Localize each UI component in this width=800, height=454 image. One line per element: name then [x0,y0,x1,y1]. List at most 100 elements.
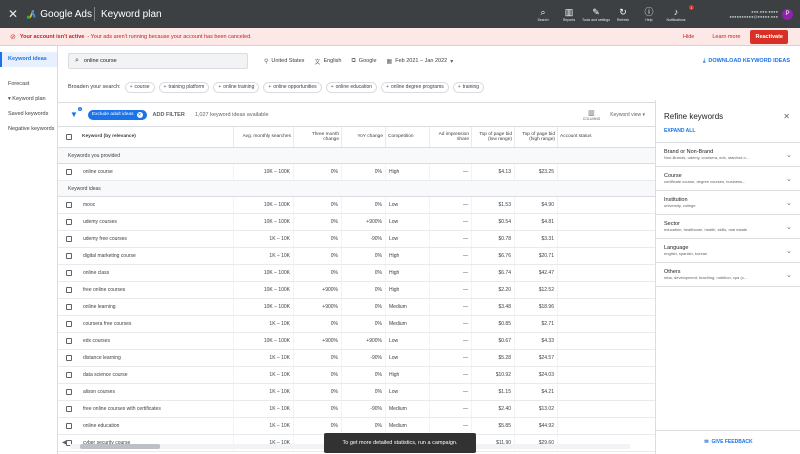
checkbox[interactable] [66,287,72,293]
checkbox[interactable] [66,406,72,412]
table-row[interactable]: online learning 10K – 100K +900% 0% Medium — $… [58,299,655,316]
column-header[interactable]: Competition [386,127,430,147]
reports-button[interactable]: ▥ Reports [556,7,582,22]
row-checkbox-cell [58,384,80,400]
column-header[interactable]: Keyword (by relevance) [80,127,234,147]
close-icon[interactable]: ✕ [0,7,26,21]
checkbox[interactable] [66,304,72,310]
keyword-search-input[interactable]: ⌕ online course [68,53,248,69]
close-icon[interactable]: ✕ [136,111,143,118]
checkbox[interactable] [66,372,72,378]
column-header[interactable]: Three month change [294,127,342,147]
checkbox[interactable] [66,423,72,429]
checkbox[interactable] [66,338,72,344]
chevron-down-icon[interactable]: ⌄ [786,247,792,255]
broaden-chip[interactable]: + online training [213,81,260,93]
download-keyword-ideas-button[interactable]: ⤓ DOWNLOAD KEYWORD IDEAS [703,58,790,65]
nav-negative-keywords[interactable]: Negative keywords [0,122,57,137]
broaden-chip[interactable]: + training [452,81,485,93]
checkbox[interactable] [66,134,72,140]
broaden-chip[interactable]: + training platform [158,81,210,93]
table-row[interactable]: online class 10K – 100K 0% 0% High — $6.74 $42.… [58,265,655,282]
add-filter-button[interactable]: ADD FILTER [153,112,185,118]
checkbox[interactable] [66,321,72,327]
refine-facet[interactable]: Brand or Non-Brand Non-Brands, udemy, cou… [656,143,800,167]
refine-facet[interactable]: Sector education, healthcare, health, ski… [656,215,800,239]
refresh-label: Refresh [616,17,630,22]
google-ads-logo[interactable]: Google Ads [26,8,92,20]
checkbox[interactable] [66,355,72,361]
search-button[interactable]: ⌕ Search [530,7,556,22]
chevron-down-icon[interactable]: ⌄ [786,223,792,231]
account-info[interactable]: ●●●-●●●-●●●● ●●●●●●●●●●@●●●●●.●●● [700,9,778,19]
hide-alert-link[interactable]: Hide [683,34,694,40]
refine-facet[interactable]: Others mba, development, teaching, nutrit… [656,263,800,287]
table-row[interactable]: data science course 1K – 10K 0% 0% High — $10.… [58,367,655,384]
nav-keyword-ideas[interactable]: Keyword ideas [0,52,57,67]
network-filter[interactable]: ⧉ Google [352,58,377,65]
broaden-chip[interactable]: + online education [325,81,378,93]
table-row[interactable]: coursera free courses 1K – 10K 0% 0% Medium —… [58,316,655,333]
checkbox[interactable] [66,253,72,259]
table-row[interactable]: online course 10K – 100K 0% 0% High — $4.13 $23… [58,164,655,181]
notifications-button[interactable]: ♪ 1 Notifications [662,4,694,22]
keyword-view-dropdown[interactable]: Keyword view ▾ [610,112,645,118]
table-row[interactable]: free online courses with certificates 1K … [58,401,655,418]
table-row[interactable]: free online courses 10K – 100K +900% 0% High… [58,282,655,299]
chip-label: online education [335,84,373,90]
close-icon[interactable]: ✕ [783,112,790,121]
checkbox[interactable] [66,202,72,208]
tools-button[interactable]: ✎ Tools and settings [582,7,610,22]
table-row[interactable]: digital marketing course 1K – 10K 0% 0% High… [58,248,655,265]
column-header[interactable]: Top of page bid (low range) [472,127,515,147]
column-header[interactable]: Top of page bid (high range) [515,127,558,147]
column-header[interactable]: Avg. monthly searches [234,127,294,147]
table-row[interactable]: udemy courses 10K – 100K 0% +900% Low — $0.54 $… [58,214,655,231]
avg-monthly-searches-cell: 10K – 100K [234,299,294,315]
scrollbar-thumb[interactable] [80,444,160,449]
columns-button[interactable]: ▥ COLUMNS [583,109,601,121]
checkbox[interactable] [66,236,72,242]
chevron-down-icon[interactable]: ⌄ [786,151,792,159]
learn-more-link[interactable]: Learn more [712,34,740,40]
broaden-chip[interactable]: + online degree programs [381,81,449,93]
select-all-checkbox[interactable] [58,127,80,147]
column-header[interactable]: Ad impression share [430,127,472,147]
table-row[interactable]: mooc 10K – 100K 0% 0% Low — $1.53 $4.90 [58,197,655,214]
checkbox[interactable] [66,389,72,395]
help-button[interactable]: ⓘ Help [636,7,662,22]
broaden-chip[interactable]: + course [124,81,155,93]
refresh-button[interactable]: ↻ Refresh [610,7,636,22]
chevron-down-icon[interactable]: ⌄ [786,271,792,279]
table-row[interactable]: udemy free courses 1K – 10K 0% -90% Low — $0.7… [58,231,655,248]
refine-facet[interactable]: Institution university, college ⌄ [656,191,800,215]
give-feedback-button[interactable]: ✉ GIVE FEEDBACK [656,430,800,445]
date-range-filter[interactable]: ▦ Feb 2021 – Jan 2022 ▾ [387,58,454,65]
nav-saved-keywords[interactable]: Saved keywords [0,107,57,122]
expand-all-button[interactable]: EXPAND ALL [656,121,800,143]
checkbox[interactable] [66,270,72,276]
avatar[interactable]: P [782,8,793,20]
column-header[interactable]: YoY change [342,127,386,147]
chevron-down-icon[interactable]: ⌄ [786,199,792,207]
reactivate-button[interactable]: Reactivate [750,29,788,44]
nav-keyword-plan[interactable]: ▾ Keyword plan [0,92,57,107]
refine-facet[interactable]: Language english, spanish, korean ⌄ [656,239,800,263]
chevron-down-icon[interactable]: ⌄ [786,175,792,183]
column-header[interactable]: Account status [558,127,655,147]
bid-high-cell: $4.33 [515,333,558,349]
language-filter[interactable]: 文 English [314,57,341,66]
checkbox[interactable] [66,169,72,175]
table-row[interactable]: alison courses 1K – 10K 0% 0% Low — $1.15 $4.21 [58,384,655,401]
filter-icon[interactable]: ▼ 1 [70,107,82,119]
broaden-chip[interactable]: + online opportunities [263,81,322,93]
scroll-left-icon[interactable]: ◀ [62,439,67,446]
table-row[interactable]: distance learning 1K – 10K 0% -90% Low — $5.28… [58,350,655,367]
nav-forecast[interactable]: Forecast [0,77,57,92]
competition-cell: Low [386,350,430,366]
location-filter[interactable]: ⚲ United States [264,58,304,65]
checkbox[interactable] [66,219,72,225]
table-row[interactable]: edx courses 10K – 100K +900% +900% Low — $0.67… [58,333,655,350]
exclude-adult-ideas-chip[interactable]: Exclude adult ideas ✕ [87,109,147,120]
refine-facet[interactable]: Course certificate course, degree courses… [656,167,800,191]
